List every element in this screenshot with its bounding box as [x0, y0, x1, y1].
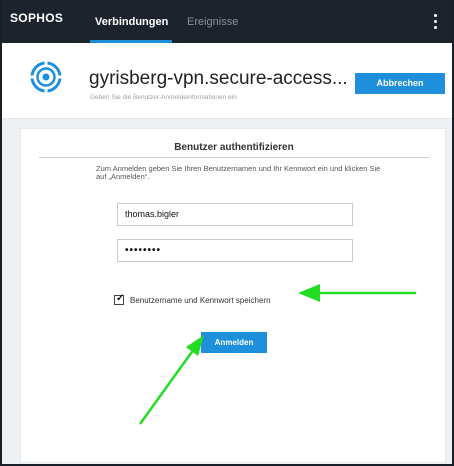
auth-title: Benutzer authentifizieren — [174, 142, 294, 153]
tab-ereignisse[interactable]: Ereignisse — [187, 16, 238, 28]
remember-label: Benutzername und Kennwort speichern — [130, 296, 271, 305]
divider — [39, 157, 429, 158]
cancel-button[interactable]: Abbrechen — [355, 73, 445, 94]
brand-logo: SOPHOS — [10, 11, 64, 25]
connection-title: gyrisberg-vpn.secure-access... — [89, 68, 348, 89]
top-bar: SOPHOS Verbindungen Ereignisse — [2, 0, 452, 43]
auth-instructions: Zum Anmelden geben Sie Ihren Benutzernam… — [96, 164, 381, 181]
checkmark-icon: ✓ — [116, 293, 125, 304]
app-window: SOPHOS Verbindungen Ereignisse gyrisberg… — [0, 0, 454, 466]
kebab-menu-icon[interactable] — [432, 14, 438, 32]
content-area: Benutzer authentifizieren Zum Anmelden g… — [2, 119, 452, 464]
tab-verbindungen[interactable]: Verbindungen — [95, 16, 168, 28]
username-field[interactable]: thomas.bigler — [117, 203, 353, 226]
vpn-connection-icon — [30, 61, 62, 93]
connection-header: gyrisberg-vpn.secure-access... Geben Sie… — [2, 43, 452, 119]
connection-subtitle: Geben Sie die Benutzer-Anmeldeinformatio… — [90, 94, 237, 101]
remember-checkbox[interactable]: ✓ — [114, 293, 125, 305]
auth-card: Benutzer authentifizieren Zum Anmelden g… — [20, 128, 446, 463]
password-field[interactable]: •••••••• — [117, 239, 353, 262]
login-button[interactable]: Anmelden — [201, 332, 267, 353]
